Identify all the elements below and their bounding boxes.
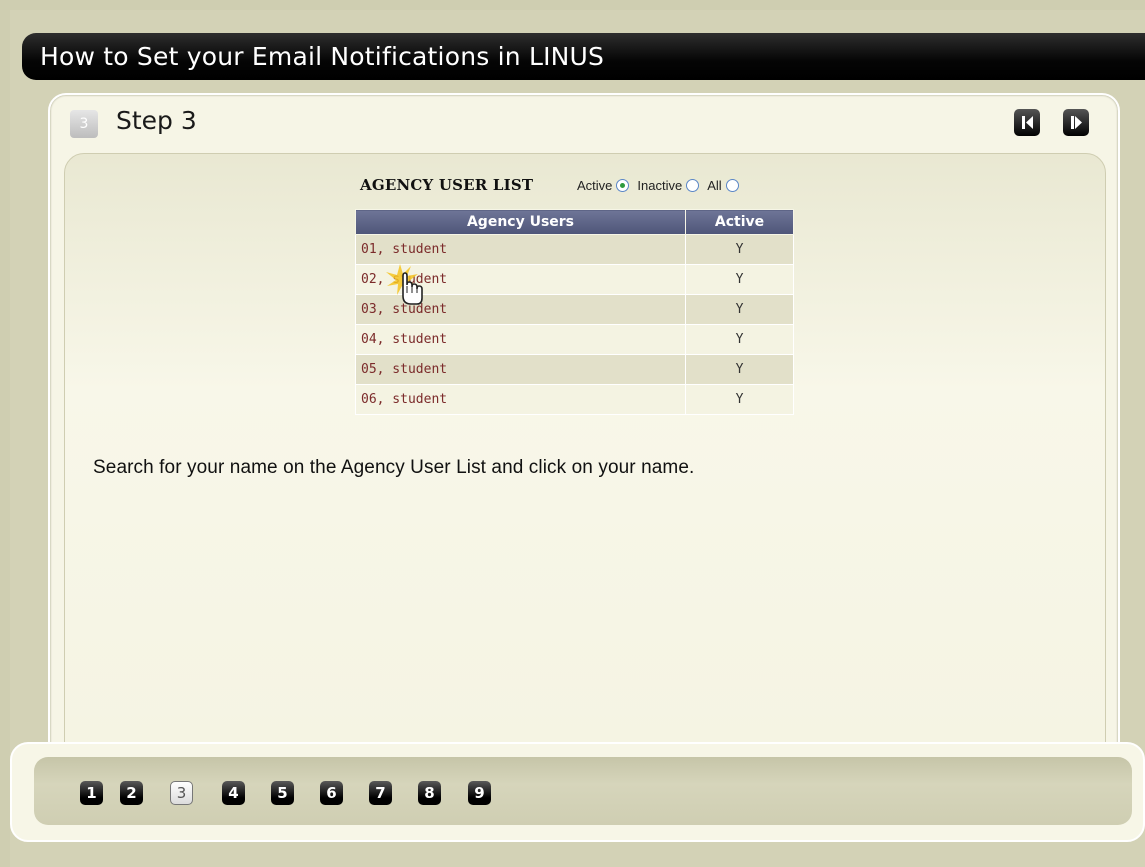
filter-active-radio[interactable] bbox=[616, 179, 630, 192]
filter-active-label: Active bbox=[577, 178, 613, 193]
prev-step-button[interactable] bbox=[1014, 109, 1040, 136]
agency-users-table: Agency Users Active 01, student Y 02, st… bbox=[355, 209, 794, 415]
page-title: How to Set your Email Notifications in L… bbox=[22, 33, 1145, 80]
page-button-5[interactable]: 5 bbox=[271, 781, 294, 805]
page-button-9[interactable]: 9 bbox=[468, 781, 491, 805]
filter-all-radio[interactable] bbox=[725, 179, 739, 192]
table-row: 03, student Y bbox=[355, 294, 794, 325]
table-header-row: Agency Users Active bbox=[355, 209, 794, 235]
user-active-value: Y bbox=[685, 384, 794, 415]
page-button-1[interactable]: 1 bbox=[80, 781, 103, 805]
user-name-link[interactable]: 06, student bbox=[355, 384, 686, 415]
page-button-7[interactable]: 7 bbox=[369, 781, 392, 805]
table-row: 02, student Y bbox=[355, 264, 794, 295]
user-active-value: Y bbox=[685, 294, 794, 325]
user-name-link[interactable]: 02, student bbox=[355, 264, 686, 295]
step-badge: 3 bbox=[70, 110, 98, 138]
page-button-6[interactable]: 6 bbox=[320, 781, 343, 805]
user-name-link[interactable]: 03, student bbox=[355, 294, 686, 325]
user-name-link[interactable]: 05, student bbox=[355, 354, 686, 385]
user-active-value: Y bbox=[685, 234, 794, 265]
table-row: 06, student Y bbox=[355, 384, 794, 415]
page-button-2[interactable]: 2 bbox=[120, 781, 143, 805]
user-active-value: Y bbox=[685, 354, 794, 385]
page-navigation-track bbox=[34, 757, 1132, 825]
column-header-active: Active bbox=[685, 209, 794, 235]
step-title: Step 3 bbox=[116, 106, 197, 135]
instruction-text: Search for your name on the Agency User … bbox=[93, 457, 695, 478]
filter-all-label: All bbox=[707, 178, 722, 193]
next-step-button[interactable] bbox=[1063, 109, 1089, 136]
user-name-link[interactable]: 01, student bbox=[355, 234, 686, 265]
column-header-agency-users: Agency Users bbox=[355, 209, 686, 235]
user-active-value: Y bbox=[685, 264, 794, 295]
prev-icon bbox=[1022, 116, 1033, 129]
next-icon bbox=[1071, 116, 1082, 129]
user-name-link[interactable]: 04, student bbox=[355, 324, 686, 355]
table-row: 04, student Y bbox=[355, 324, 794, 355]
user-active-value: Y bbox=[685, 324, 794, 355]
page-button-3[interactable]: 3 bbox=[170, 781, 193, 805]
filter-inactive-label: Inactive bbox=[637, 178, 683, 193]
status-filter: Active Inactive All bbox=[577, 178, 743, 193]
table-row: 05, student Y bbox=[355, 354, 794, 385]
table-row: 01, student Y bbox=[355, 234, 794, 265]
page-button-8[interactable]: 8 bbox=[418, 781, 441, 805]
filter-inactive-radio[interactable] bbox=[686, 179, 700, 192]
agency-user-list-heading: AGENCY USER LIST bbox=[360, 176, 534, 194]
page-button-4[interactable]: 4 bbox=[222, 781, 245, 805]
